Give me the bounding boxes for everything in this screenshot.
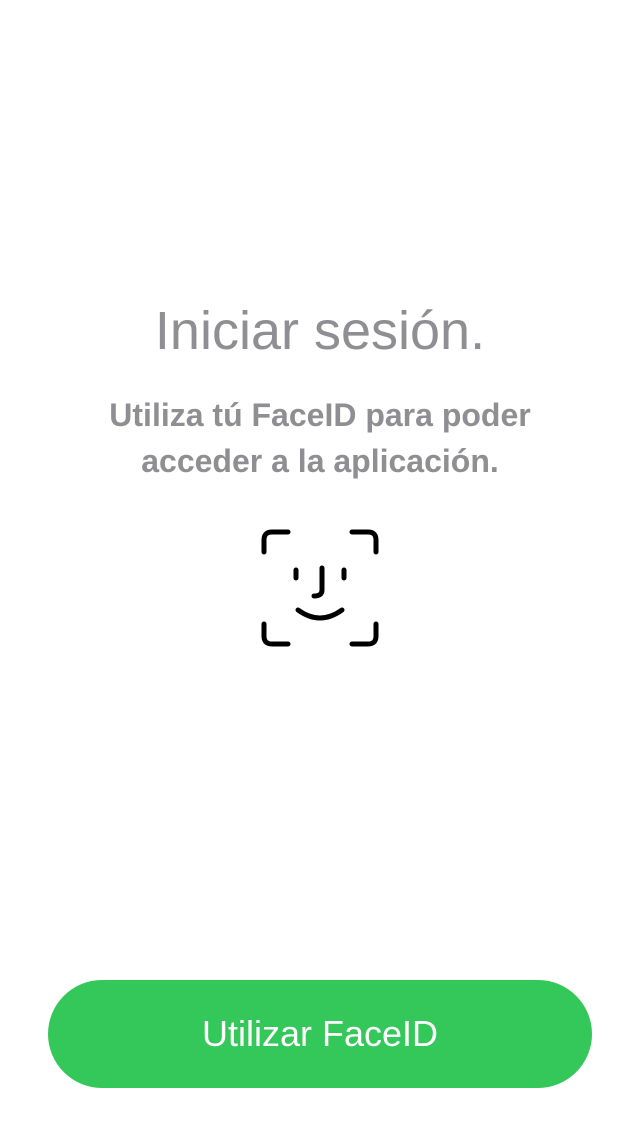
faceid-icon [260,528,380,648]
use-faceid-button[interactable]: Utilizar FaceID [48,980,592,1088]
login-screen: Iniciar sesión. Utiliza tú FaceID para p… [0,0,640,1136]
page-title: Iniciar sesión. [154,301,486,361]
page-subtitle: Utiliza tú FaceID para poder acceder a l… [109,397,531,479]
